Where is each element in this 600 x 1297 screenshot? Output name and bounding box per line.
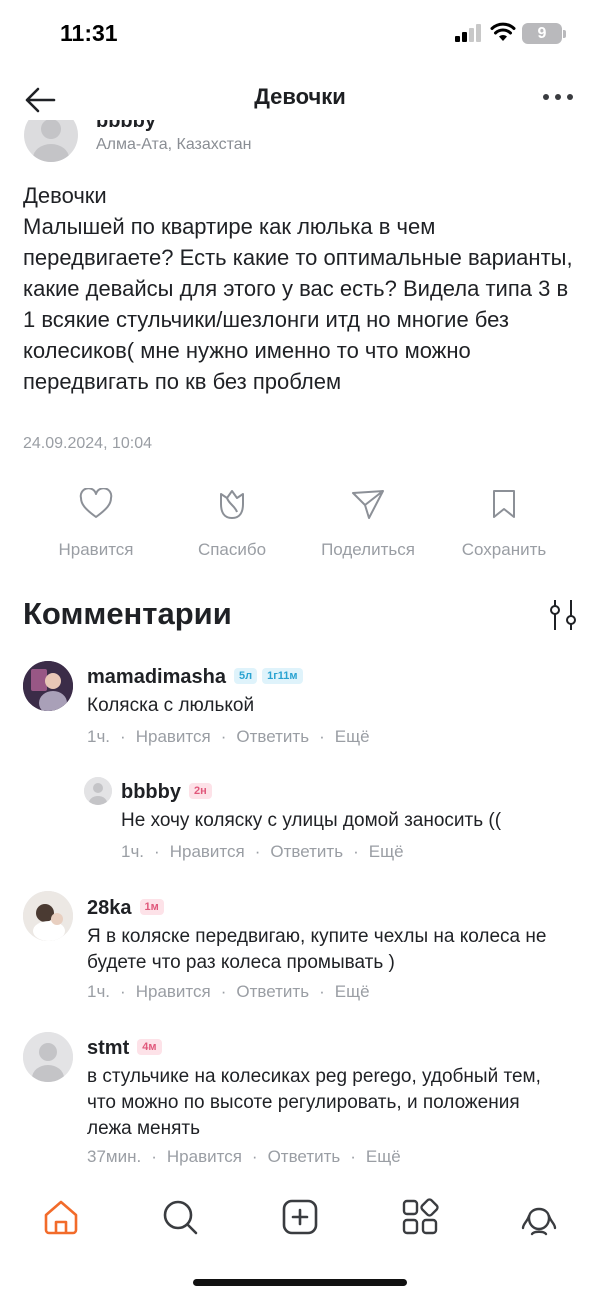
thanks-label: Спасибо [197,540,267,559]
status-time: 11:31 [60,20,118,46]
comment-time: 1ч. [121,842,145,861]
commenter-username: bbbby [121,781,181,803]
pregnancy-badge: 1м [139,898,164,915]
comment-reply-link[interactable]: Ответить [268,1147,341,1166]
battery-tip [563,30,566,38]
comment-reply-link[interactable]: Ответить [236,727,309,746]
commenter-avatar[interactable] [84,777,112,805]
commenter-name[interactable]: bbbby 2н [121,781,212,804]
filter-sliders-icon[interactable] [546,598,580,632]
page-title: Девочки [254,84,346,109]
flower-icon [220,490,244,519]
commenter-name[interactable]: stmt 4м [87,1037,162,1060]
author-avatar [24,120,78,162]
comment-like-link[interactable]: Нравится [136,727,211,746]
author-name: bbbby [96,120,156,132]
comments-title: Комментарии [23,596,232,631]
comment-more-link[interactable]: Ещё [366,1147,401,1166]
like-button[interactable]: Нравится [26,488,166,560]
cellular-signal-icon [455,24,481,42]
comment-like-link[interactable]: Нравится [167,1147,242,1166]
commenter-name[interactable]: mamadimasha 5л 1г11м [87,666,303,689]
search-icon[interactable] [161,1198,199,1236]
child-age-badge: 1г11м [262,667,303,684]
heart-icon [79,488,113,518]
commenter-avatar[interactable] [23,891,73,941]
comment-more-link[interactable]: Ещё [335,727,370,746]
commenter-avatar[interactable] [23,1032,73,1082]
author-location: Алма-Ата, Казахстан [96,136,252,153]
commenter-name[interactable]: 28ka 1м [87,897,164,920]
pregnancy-badge: 2н [189,782,212,799]
child-age-badge: 5л [233,667,258,684]
comment-meta: 1ч. · Нравится · Ответить · Ещё [121,842,404,861]
commenter-username: mamadimasha [87,666,226,688]
comment-like-link[interactable]: Нравится [170,842,245,861]
comment-meta: 1ч. · Нравится · Ответить · Ещё [87,727,370,746]
more-options-icon[interactable] [542,90,574,104]
comment-text: Я в коляске передвигаю, купите чехлы на … [87,926,547,973]
commenter-username: stmt [87,1037,130,1059]
home-icon[interactable] [42,1198,80,1236]
like-label: Нравится [58,540,134,559]
share-plane-icon [352,490,384,519]
profile-icon[interactable] [520,1198,558,1236]
share-button[interactable]: Поделиться [298,488,438,560]
post-text: Девочки Малышей по квартире как люлька в… [23,183,573,394]
comment-more-link[interactable]: Ещё [335,982,370,1001]
comment-time: 1ч. [87,727,111,746]
wifi-icon [490,22,516,41]
thanks-button[interactable]: Спасибо [162,488,302,560]
comment-reply-link[interactable]: Ответить [236,982,309,1001]
comment-time: 1ч. [87,982,111,1001]
services-icon[interactable] [401,1198,439,1236]
comment-like-link[interactable]: Нравится [136,982,211,1001]
battery-icon: 9 [522,23,562,44]
pregnancy-badge: 4м [137,1038,162,1055]
comment-text: Не хочу коляску с улицы домой заносить (… [121,810,502,831]
author-row[interactable]: bbbby Алма-Ата, Казахстан [0,120,600,165]
share-label: Поделиться [321,540,415,559]
commenter-avatar[interactable] [23,661,73,711]
comment-meta: 37мин. · Нравится · Ответить · Ещё [87,1147,401,1166]
commenter-username: 28ka [87,897,132,919]
add-icon[interactable] [281,1198,319,1236]
comment-time: 37мин. [87,1147,142,1166]
comment-text: в стульчике на колесиках peg perego, удо… [87,1066,541,1139]
bookmark-icon [493,490,515,518]
save-label: Сохранить [461,540,547,559]
comment-text: Коляска с люлькой [87,695,255,716]
save-button[interactable]: Сохранить [434,488,574,560]
home-indicator [193,1279,407,1286]
comment-reply-link[interactable]: Ответить [270,842,343,861]
comment-meta: 1ч. · Нравится · Ответить · Ещё [87,982,370,1001]
comment-more-link[interactable]: Ещё [369,842,404,861]
post-date: 24.09.2024, 10:04 [23,435,153,452]
